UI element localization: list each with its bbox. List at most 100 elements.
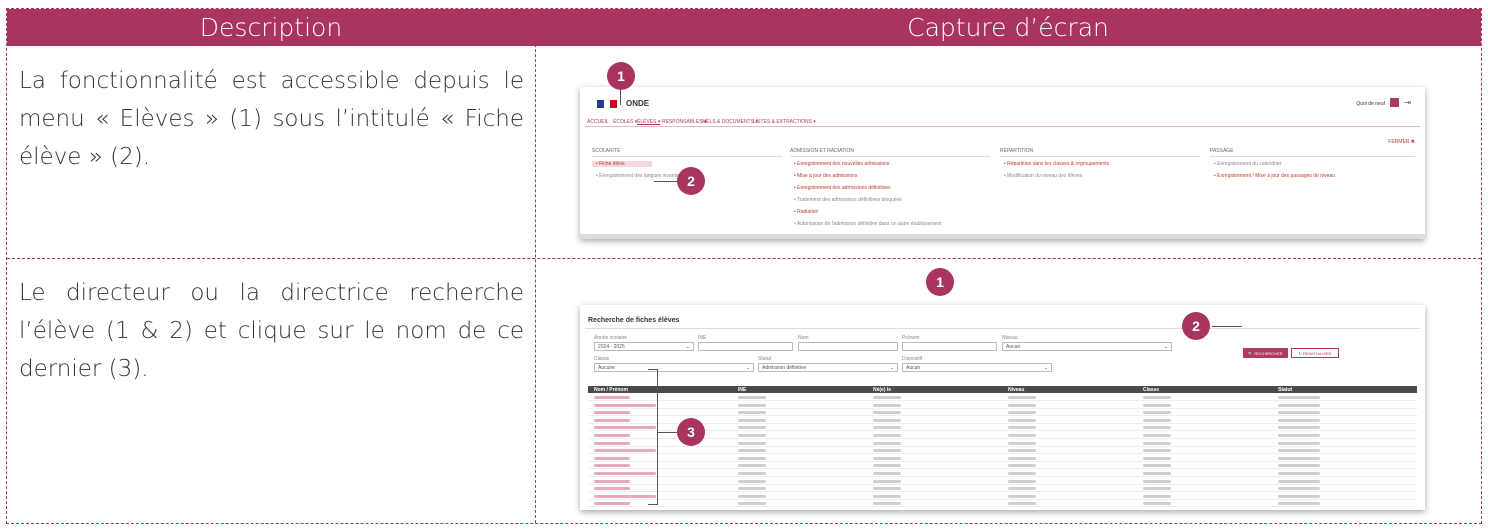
student-name-link[interactable] [594, 472, 656, 475]
th-ne-le[interactable]: Né(e) le [873, 387, 891, 393]
blurred-cell [1143, 479, 1171, 483]
student-name-link[interactable] [594, 502, 630, 506]
blurred-cell [873, 472, 901, 475]
menu-calendrier[interactable]: • Enregistrement du calendrier [1214, 161, 1281, 167]
student-name-link[interactable] [594, 479, 630, 483]
th-niveau[interactable]: Niveau [1008, 387, 1024, 393]
col-scolarite-title: SCOLARITÉ [592, 148, 621, 154]
close-button[interactable]: FERMER ✖ [1388, 139, 1415, 145]
prenom-input[interactable] [902, 342, 997, 351]
menu-listes-extractions[interactable]: LISTES & EXTRACTIONS ▾ [753, 119, 816, 125]
classe-select[interactable]: Aucune ⌄ [594, 363, 754, 372]
student-name-link[interactable] [594, 449, 656, 453]
menu-repartition-classes[interactable]: • Répartition dans les classes & regroup… [1004, 161, 1109, 167]
blurred-cell [738, 487, 766, 491]
table-row[interactable] [588, 440, 1417, 447]
annee-select[interactable]: 2024 - 2025 ⌄ [594, 342, 694, 351]
student-name-link[interactable] [594, 411, 630, 415]
student-name-link[interactable] [594, 487, 630, 491]
blurred-cell [873, 396, 901, 399]
th-ine[interactable]: INE [738, 387, 746, 393]
table-row[interactable] [588, 455, 1417, 462]
blurred-cell [873, 487, 901, 491]
search-button[interactable]: 🔍 RECHERCHER [1243, 348, 1288, 358]
statut-select[interactable]: Admission définitive ⌄ [758, 363, 898, 372]
table-row[interactable] [588, 485, 1417, 493]
blurred-cell [738, 403, 766, 407]
student-name-link[interactable] [594, 494, 656, 498]
table-row[interactable] [588, 424, 1417, 432]
table-row[interactable] [588, 447, 1417, 455]
table-row[interactable] [588, 500, 1417, 508]
menu-fiche-eleve[interactable]: • Fiche élève [592, 161, 652, 167]
blurred-cell [738, 502, 766, 506]
niveau-select[interactable]: Aucun ⌄ [1002, 342, 1172, 351]
divider [585, 328, 1420, 329]
table-row[interactable] [588, 478, 1417, 485]
menu-responsables[interactable]: RESPONSABLES ▾ [662, 119, 706, 125]
user-icon[interactable] [1390, 98, 1399, 107]
table-row[interactable] [588, 402, 1417, 409]
student-name-link[interactable] [594, 396, 630, 399]
nom-input[interactable] [798, 342, 898, 351]
menu-mels-documents[interactable]: MÉLS & DOCUMENTS ▾ [702, 119, 758, 125]
results-table-header: Nom / Prénom INE Né(e) le Niveau Classe … [588, 386, 1417, 393]
menu-ecoles[interactable]: ÉCOLES ▾ [613, 119, 637, 125]
blurred-cell [873, 449, 901, 453]
dispositif-select[interactable]: Aucun ⌄ [902, 363, 1052, 372]
blurred-cell [738, 434, 766, 437]
student-name-link[interactable] [594, 426, 656, 430]
header-capture: Capture d’écran [535, 9, 1481, 46]
table-row[interactable] [588, 394, 1417, 401]
whats-new-link[interactable]: Quoi de neuf [1356, 101, 1385, 107]
blurred-cell [1008, 449, 1036, 453]
table-row[interactable] [588, 432, 1417, 439]
blurred-cell [1008, 456, 1036, 460]
menu-langues-vivantes[interactable]: • Enregistrement des langues vivantes [596, 173, 681, 179]
blurred-cell [873, 502, 901, 506]
menu-passages-niveau[interactable]: • Enregistrement / Mise à jour des passa… [1214, 173, 1335, 179]
blurred-cell [738, 396, 766, 399]
logout-icon[interactable]: ⇥ [1404, 98, 1411, 107]
th-statut[interactable]: Statut [1278, 387, 1292, 393]
menu-modification-niveau[interactable]: • Modification du niveau des élèves [1004, 173, 1082, 179]
menu-maj-admissions[interactable]: • Mise à jour des admissions [794, 173, 857, 179]
blurred-cell [738, 418, 766, 422]
student-name-link[interactable] [594, 456, 630, 460]
table-row[interactable] [588, 493, 1417, 500]
menu-eleves[interactable]: ÉLÈVES ▾ [637, 119, 660, 125]
blurred-cell [1143, 472, 1171, 475]
table-row[interactable] [588, 470, 1417, 477]
blurred-cell [738, 441, 766, 445]
blurred-cell [1008, 418, 1036, 422]
table-row[interactable] [588, 462, 1417, 470]
menu-accueil[interactable]: ACCUEIL [587, 119, 609, 125]
menu-nouvelles-admissions[interactable]: • Enregistrement des nouvelles admission… [794, 161, 889, 167]
blurred-cell [1008, 464, 1036, 468]
blurred-cell [738, 426, 766, 430]
blurred-cell [1278, 441, 1320, 445]
menu-admissions-definitives[interactable]: • Enregistrement des admissions définiti… [794, 185, 891, 191]
ine-input[interactable] [698, 342, 793, 351]
app-brand: ONDE [626, 99, 650, 108]
scrollbar[interactable] [580, 234, 1425, 239]
col-repartition-title: RÉPARTITION [1000, 148, 1034, 154]
table-row[interactable] [588, 409, 1417, 417]
student-name-link[interactable] [594, 418, 630, 422]
student-name-link[interactable] [594, 441, 630, 445]
menu-autorisation-admission[interactable]: • Autorisation de l'admission définitive… [794, 221, 942, 227]
reset-button[interactable]: ↻ RÉINITIALISER [1291, 348, 1339, 358]
th-classe[interactable]: Classe [1143, 387, 1159, 393]
table-row[interactable] [588, 417, 1417, 424]
menu-admissions-bloquees[interactable]: • Traitement des admissions définitives … [794, 197, 902, 203]
student-name-link[interactable] [594, 464, 630, 468]
menu-radiation[interactable]: • Radiation [794, 209, 818, 215]
blurred-cell [1278, 418, 1320, 422]
blurred-cell [873, 441, 901, 445]
blurred-cell [1143, 418, 1171, 422]
student-name-link[interactable] [594, 403, 656, 407]
student-name-link[interactable] [594, 434, 630, 437]
th-nom-prenom[interactable]: Nom / Prénom [594, 387, 628, 393]
blurred-cell [1143, 464, 1171, 468]
blurred-cell [738, 411, 766, 415]
